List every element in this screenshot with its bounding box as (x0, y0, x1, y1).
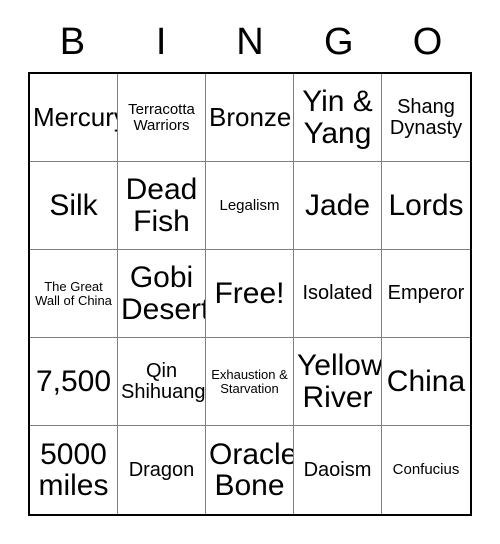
bingo-cell-label: Silk (49, 188, 98, 222)
bingo-cell-label: Qin Shihuang (121, 359, 206, 403)
bingo-cell-free[interactable]: Free! (206, 250, 294, 338)
bingo-cell[interactable]: Daoism (294, 426, 382, 514)
bingo-cell[interactable]: China (382, 338, 470, 426)
bingo-cell-label: Yin & Yang (302, 85, 373, 150)
bingo-cell[interactable]: Isolated (294, 250, 382, 338)
bingo-cell-label: Terracotta Warriors (128, 100, 195, 134)
bingo-grid: Mercury Terracotta Warriors Bronze Yin &… (28, 72, 472, 516)
bingo-cell[interactable]: Yin & Yang (294, 74, 382, 162)
bingo-cell[interactable]: Dragon (118, 426, 206, 514)
bingo-cell[interactable]: Exhaustion & Starvation (206, 338, 294, 426)
bingo-cell-label: Oracle Bone (209, 437, 294, 502)
bingo-header-letter-b: B (59, 21, 86, 63)
bingo-cell-label: Isolated (302, 282, 373, 304)
bingo-cell-label: The Great Wall of China (35, 278, 112, 308)
bingo-cell-label: Daoism (303, 458, 372, 481)
bingo-cell[interactable]: 7,500 (30, 338, 118, 426)
bingo-cell[interactable]: Mercury (30, 74, 118, 162)
bingo-cell[interactable]: Emperor (382, 250, 470, 338)
bingo-card: B I N G O Mercury Terracotta Warriors Br… (0, 0, 500, 544)
bingo-cell[interactable]: Legalism (206, 162, 294, 250)
bingo-cell-label: Confucius (392, 461, 460, 479)
bingo-header-letter-i: I (155, 21, 167, 63)
bingo-cell-label: Emperor (387, 282, 465, 304)
bingo-cell-label: Lords (388, 188, 464, 222)
bingo-cell-label: Jade (304, 188, 371, 222)
bingo-cell[interactable]: 5000 miles (30, 426, 118, 514)
bingo-header-letter-o: O (412, 21, 443, 63)
bingo-cell[interactable]: Oracle Bone (206, 426, 294, 514)
bingo-cell[interactable]: Bronze (206, 74, 294, 162)
bingo-cell[interactable]: Qin Shihuang (118, 338, 206, 426)
bingo-cell-label: 5000 miles (38, 437, 109, 502)
bingo-cell-label: Bronze (209, 101, 292, 132)
bingo-cell[interactable]: The Great Wall of China (30, 250, 118, 338)
bingo-cell[interactable]: Silk (30, 162, 118, 250)
bingo-cell[interactable]: Shang Dynasty (382, 74, 470, 162)
bingo-header-row: B I N G O (28, 14, 472, 70)
bingo-cell-label: Mercury (33, 101, 118, 132)
bingo-cell-label: Gobi Desert (121, 261, 206, 326)
bingo-cell[interactable]: Yellow River (294, 338, 382, 426)
bingo-cell-label: Exhaustion & Starvation (211, 366, 288, 396)
bingo-cell-label: Shang Dynasty (389, 95, 463, 139)
bingo-cell-label: Dragon (128, 458, 195, 481)
bingo-header-letter-n: N (236, 21, 264, 63)
bingo-cell[interactable]: Confucius (382, 426, 470, 514)
bingo-cell-label: Dead Fish (125, 173, 198, 238)
bingo-header-letter-g: G (324, 21, 354, 63)
bingo-cell-label: Legalism (219, 196, 280, 214)
bingo-cell-label: China (386, 364, 466, 398)
bingo-cell-label: Free! (214, 276, 285, 310)
bingo-cell[interactable]: Jade (294, 162, 382, 250)
bingo-cell[interactable]: Gobi Desert (118, 250, 206, 338)
bingo-cell[interactable]: Terracotta Warriors (118, 74, 206, 162)
bingo-cell-label: Yellow River (297, 349, 382, 414)
bingo-cell[interactable]: Dead Fish (118, 162, 206, 250)
bingo-cell[interactable]: Lords (382, 162, 470, 250)
bingo-cell-label: 7,500 (35, 364, 112, 398)
